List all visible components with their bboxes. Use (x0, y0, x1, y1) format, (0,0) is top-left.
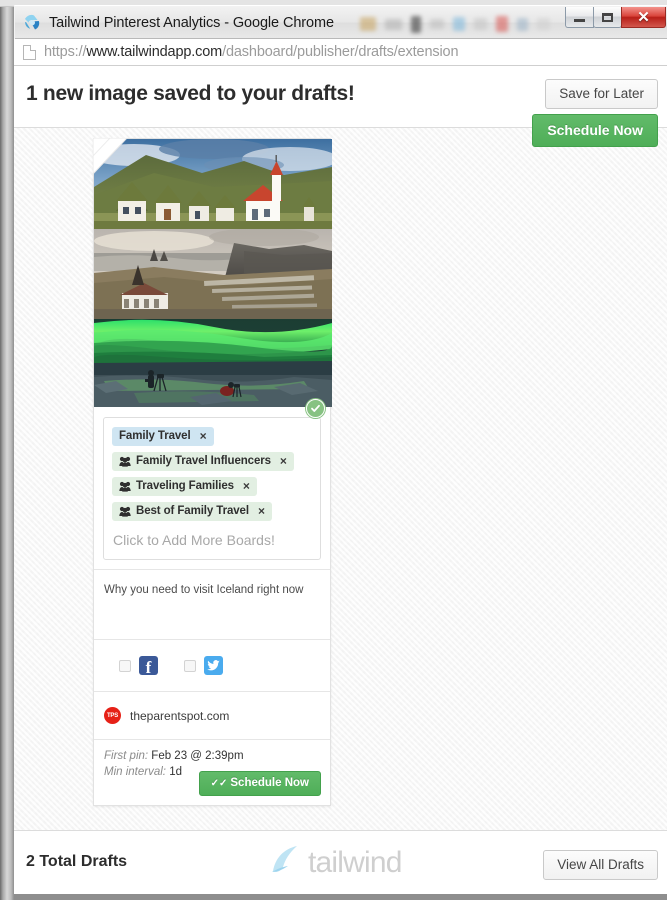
page-footer: 2 Total Drafts tailwind View All Drafts (14, 830, 667, 894)
board-chip-row: Family Travel × (112, 426, 312, 452)
twitter-share-checkbox[interactable] (184, 659, 196, 672)
social-share-row: f (94, 639, 330, 691)
tailwind-logo: tailwind (269, 845, 402, 880)
boards-section: Family Travel × Family Travel Influencer… (94, 399, 330, 569)
min-interval-value: 1d (169, 766, 182, 778)
url-path: /dashboard/publisher/drafts/extension (222, 44, 459, 60)
source-row: TPS theparentspot.com (94, 691, 330, 739)
board-chip-remove-icon[interactable]: × (280, 455, 287, 467)
page-title: 1 new image saved to your drafts! (26, 82, 355, 105)
maximize-icon (602, 12, 613, 22)
group-board-icon (119, 481, 131, 492)
pin-image-collage[interactable] (94, 139, 332, 407)
board-chip-remove-icon[interactable]: × (258, 505, 265, 517)
board-chip-remove-icon[interactable]: × (243, 480, 250, 492)
tailwind-wordmark: tailwind (308, 845, 402, 879)
page-icon (23, 44, 36, 60)
board-chip-label: Traveling Families (136, 480, 234, 492)
board-chip[interactable]: Traveling Families × (112, 477, 257, 496)
schedule-now-button-card[interactable]: ✓✓ Schedule Now (198, 771, 321, 796)
url-scheme: https:// (44, 44, 87, 60)
board-chip-label: Family Travel Influencers (136, 455, 271, 467)
schedule-now-card-label: Schedule Now (230, 777, 309, 789)
view-all-drafts-button[interactable]: View All Drafts (543, 850, 658, 880)
schedule-now-button-header[interactable]: Schedule Now (532, 114, 658, 147)
board-chip[interactable]: Best of Family Travel × (112, 502, 272, 521)
source-domain-link[interactable]: theparentspot.com (130, 709, 229, 723)
board-chip-remove-icon[interactable]: × (200, 430, 207, 442)
maximize-button[interactable] (593, 7, 622, 28)
board-chip-row: Traveling Families × (112, 477, 312, 502)
board-chip-row: Family Travel Influencers × (112, 452, 312, 477)
tailwind-feather-icon (269, 845, 303, 880)
address-bar-url: https://www.tailwindapp.com/dashboard/pu… (44, 44, 459, 60)
saved-check-badge[interactable] (306, 399, 325, 418)
minimize-button[interactable] (565, 7, 594, 28)
address-bar[interactable]: https://www.tailwindapp.com/dashboard/pu… (14, 39, 667, 66)
board-chip[interactable]: Family Travel Influencers × (112, 452, 294, 471)
page-viewport: 1 new image saved to your drafts! Save f… (14, 66, 667, 894)
minimize-icon (574, 18, 585, 22)
boards-list[interactable]: Family Travel × Family Travel Influencer… (103, 417, 321, 560)
chrome-icon (24, 14, 41, 31)
add-more-boards-input[interactable]: Click to Add More Boards! (112, 527, 312, 555)
double-check-icon: ✓✓ (210, 778, 228, 789)
pin-photo-turf-houses (94, 139, 332, 229)
facebook-glyph: f (145, 657, 152, 677)
board-chip[interactable]: Family Travel × (112, 427, 214, 446)
background-toolbar-icons (360, 12, 550, 36)
pin-photo-aurora (94, 319, 332, 407)
first-pin-row: First pin: Feb 23 @ 2:39pm (104, 750, 320, 762)
window-title-bar: Tailwind Pinterest Analytics - Google Ch… (14, 5, 667, 39)
first-pin-value: Feb 23 @ 2:39pm (151, 750, 244, 762)
min-interval-label: Min interval: (104, 766, 166, 778)
first-pin-label: First pin: (104, 750, 149, 762)
draft-card: Family Travel × Family Travel Influencer… (92, 137, 332, 806)
group-board-icon (119, 456, 131, 467)
close-button[interactable]: ✕ (621, 7, 666, 28)
board-chip-label: Best of Family Travel (136, 505, 249, 517)
total-drafts-count: 2 Total Drafts (26, 853, 128, 870)
window-controls: ✕ (565, 7, 666, 29)
schedule-info-section: First pin: Feb 23 @ 2:39pm Min interval:… (94, 739, 330, 805)
facebook-share-checkbox[interactable] (119, 659, 131, 672)
url-domain: www.tailwindapp.com (86, 44, 223, 60)
pin-description-field[interactable]: Why you need to visit Iceland right now (94, 569, 330, 639)
facebook-icon[interactable]: f (139, 656, 158, 677)
close-icon: ✕ (637, 8, 650, 26)
pin-photo-coastal-village (94, 229, 332, 319)
group-board-icon (119, 506, 131, 517)
pin-description-text: Why you need to visit Iceland right now (104, 584, 304, 596)
browser-window: ····· Tailwind Pinterest Analytics - Goo… (0, 0, 667, 900)
board-chip-row: Best of Family Travel × (112, 502, 312, 527)
background-page-ghost-text: ····· (30, 0, 45, 4)
twitter-icon[interactable] (204, 656, 223, 675)
window-title: Tailwind Pinterest Analytics - Google Ch… (49, 14, 334, 31)
page-body: Family Travel × Family Travel Influencer… (14, 128, 667, 830)
source-avatar: TPS (104, 707, 121, 724)
board-chip-label: Family Travel (119, 430, 191, 442)
save-for-later-button[interactable]: Save for Later (545, 79, 658, 109)
